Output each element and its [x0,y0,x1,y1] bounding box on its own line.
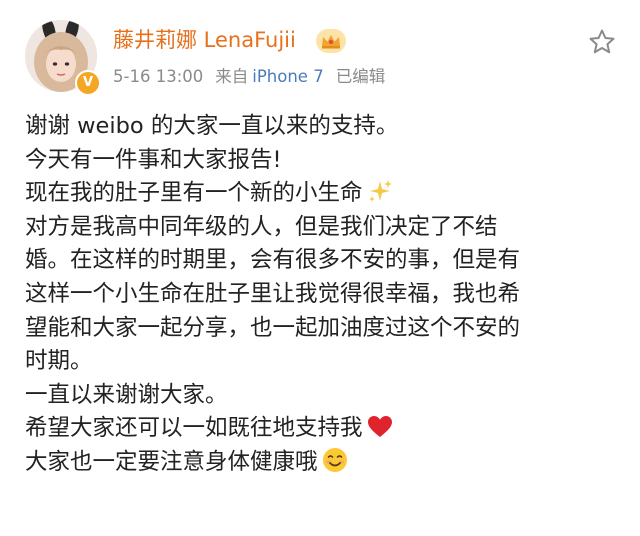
post-line-with-emoji: 希望大家还可以一如既往地支持我 [25,412,615,446]
avatar-container[interactable]: V [25,20,101,96]
post-line: 望能和大家一起分享，也一起加油度过这个不安的 [25,314,521,341]
weibo-post: V 藤井莉娜 LenaFujii 5-16 13:00 来自 iPhone 7 已编辑… [0,0,640,536]
device-link[interactable]: iPhone 7 [252,67,323,86]
edited-label[interactable]: 已编辑 [336,67,386,86]
post-body: 谢谢 weibo 的大家一直以来的支持。 今天有一件事和大家报告! 现在我的肚子… [25,110,615,480]
post-line: 今天有一件事和大家报告! [25,146,282,173]
post-line-text: 现在我的肚子里有一个新的小生命 [25,180,363,207]
post-line: 一直以来谢谢大家。 [25,381,228,408]
post-line: 对方是我高中同年级的人，但是我们决定了不结 [25,213,498,240]
post-line-text: 大家也一定要注意身体健康哦 [25,448,318,475]
post-line-text: 希望大家还可以一如既往地支持我 [25,415,363,442]
post-line-with-emoji: 大家也一定要注意身体健康哦 [25,446,615,480]
post-meta: 5-16 13:00 来自 iPhone 7 已编辑 [113,64,385,90]
red-heart-emoji-icon [367,416,392,438]
sparkles-emoji-icon [368,180,392,203]
source-prefix: 来自 [215,67,249,86]
post-line: 时期。 [25,348,93,375]
verified-badge-icon: V [75,70,101,96]
star-favorite-icon[interactable] [588,28,616,56]
crown-icon[interactable] [316,29,346,53]
post-line: 这样一个小生命在肚子里让我觉得很幸福，我也希 [25,280,521,307]
post-line: 婚。在这样的时期里，会有很多不安的事，但是有 [25,247,521,274]
username[interactable]: 藤井莉娜 LenaFujii [113,24,296,56]
post-line: 谢谢 weibo 的大家一直以来的支持。 [25,113,399,139]
post-timestamp: 5-16 13:00 [113,67,204,86]
smiling-face-emoji-icon [322,447,347,472]
post-line-with-emoji: 现在我的肚子里有一个新的小生命 [25,177,615,211]
